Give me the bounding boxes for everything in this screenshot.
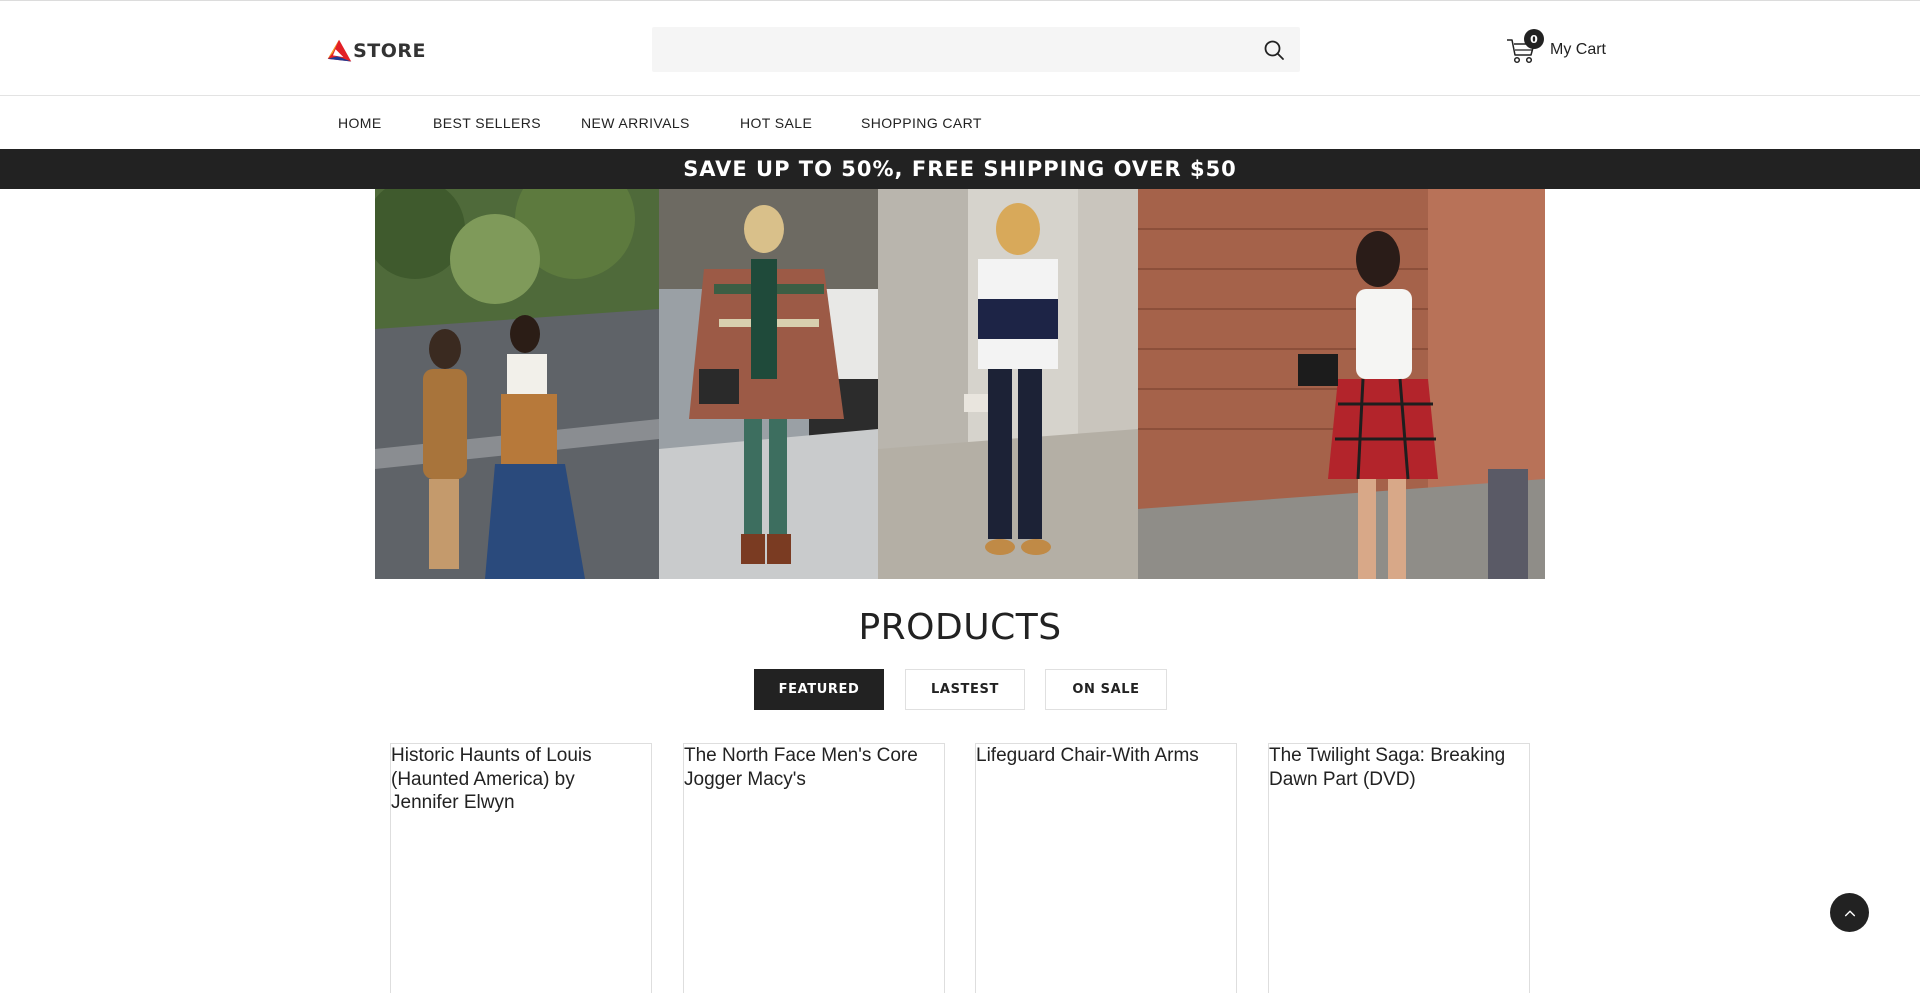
tab-on-sale[interactable]: ON SALE xyxy=(1045,669,1167,710)
chevron-up-icon xyxy=(1844,910,1855,916)
hero-image-2 xyxy=(659,189,878,579)
nav-item-shopping-cart[interactable]: SHOPPING CART xyxy=(861,115,982,131)
product-card[interactable]: The Twilight Saga: Breaking Dawn Part (D… xyxy=(1268,743,1530,993)
store-logo-icon xyxy=(327,39,352,62)
hero-image-4 xyxy=(1138,189,1545,579)
product-card[interactable]: Historic Haunts of Louis (Haunted Americ… xyxy=(390,743,652,993)
tab-featured[interactable]: FEATURED xyxy=(754,669,884,710)
product-title[interactable]: The Twilight Saga: Breaking Dawn Part (D… xyxy=(1269,744,1531,791)
promo-banner: SAVE UP TO 50%, FREE SHIPPING OVER $50 xyxy=(0,149,1920,189)
cart-button[interactable]: 0 My Cart xyxy=(1505,29,1606,67)
product-title[interactable]: Lifeguard Chair-With Arms xyxy=(976,744,1238,768)
search-button[interactable] xyxy=(1262,38,1286,62)
back-to-top-button[interactable] xyxy=(1830,893,1869,932)
cart-count-badge: 0 xyxy=(1524,29,1544,49)
nav-item-new-arrivals[interactable]: NEW ARRIVALS xyxy=(581,115,690,131)
search-input[interactable] xyxy=(652,27,1242,72)
search-bar xyxy=(652,27,1300,72)
nav-item-best-sellers[interactable]: BEST SELLERS xyxy=(433,115,541,131)
store-logo[interactable]: STORE xyxy=(326,36,426,66)
logo-text: STORE xyxy=(353,40,426,62)
site-header: STORE 0 My Cart xyxy=(0,1,1920,96)
hero-image-1 xyxy=(375,189,659,579)
cart-icon-wrap: 0 xyxy=(1505,29,1544,66)
product-title[interactable]: The North Face Men's Core Jogger Macy's xyxy=(684,744,946,791)
product-card[interactable]: Lifeguard Chair-With Arms xyxy=(975,743,1237,993)
hero-image-3 xyxy=(878,189,1138,579)
tab-lastest[interactable]: LASTEST xyxy=(905,669,1025,710)
nav-item-hot-sale[interactable]: HOT SALE xyxy=(740,115,812,131)
cart-label: My Cart xyxy=(1550,41,1606,58)
promo-text: SAVE UP TO 50%, FREE SHIPPING OVER $50 xyxy=(683,157,1237,181)
nav-item-home[interactable]: HOME xyxy=(338,115,382,131)
product-card[interactable]: The North Face Men's Core Jogger Macy's xyxy=(683,743,945,993)
product-title[interactable]: Historic Haunts of Louis (Haunted Americ… xyxy=(391,744,653,815)
search-icon xyxy=(1264,40,1284,60)
main-navigation: HOME BEST SELLERS NEW ARRIVALS HOT SALE … xyxy=(0,97,1920,149)
hero-banner[interactable] xyxy=(375,189,1545,579)
products-heading: PRODUCTS xyxy=(858,607,1062,648)
